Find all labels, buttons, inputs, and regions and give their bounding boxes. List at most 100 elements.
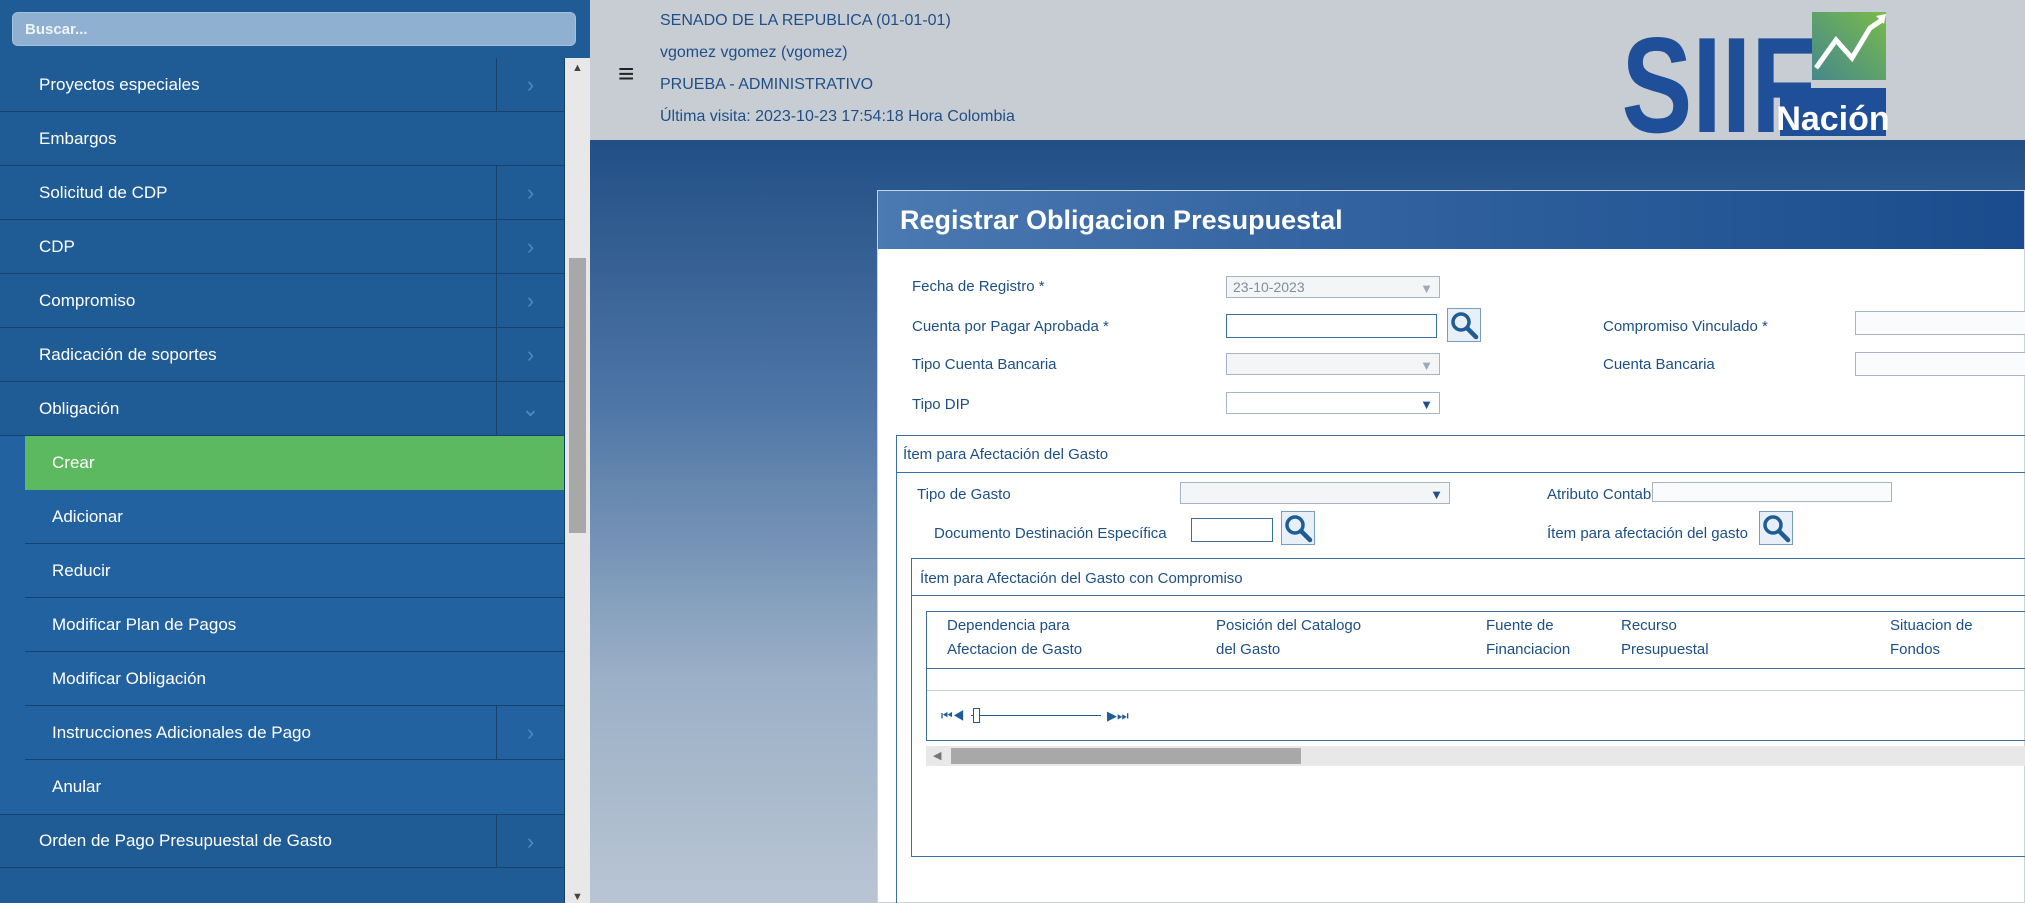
item-afectacion-label: Ítem para afectación del gasto	[1547, 525, 1748, 542]
chevron-right-icon[interactable]: ›	[496, 328, 564, 381]
sidebar-item-orden-pago[interactable]: Orden de Pago Presupuestal de Gasto ›	[0, 814, 564, 868]
doc-destinacion-input[interactable]	[1191, 518, 1273, 542]
sidebar-subitem-adicionar[interactable]: Adicionar	[25, 490, 564, 544]
sidebar-subitem-anular[interactable]: Anular	[25, 760, 564, 814]
sidebar-menu: Proyectos especiales › Embargos Solicitu…	[0, 58, 565, 903]
tipo-cuenta-select[interactable]: ▼	[1226, 353, 1440, 375]
pager-first-prev-icon[interactable]: ⏮◀	[941, 708, 964, 724]
sidebar-item-label: Proyectos especiales	[39, 74, 200, 94]
sidebar-item-solicitud-cdp[interactable]: Solicitud de CDP ›	[0, 166, 564, 220]
cuenta-bancaria-input[interactable]	[1855, 352, 2025, 376]
cuenta-bancaria-label: Cuenta Bancaria	[1603, 356, 1715, 373]
sidebar-item-label: Embargos	[39, 128, 117, 148]
header: ≡ SENADO DE LA REPUBLICA (01-01-01) vgom…	[590, 0, 2025, 161]
sidebar-item-cdp[interactable]: CDP ›	[0, 220, 564, 274]
sidebar-subitem-reducir[interactable]: Reducir	[25, 544, 564, 598]
chevron-right-icon[interactable]: ›	[496, 58, 564, 111]
fecha-registro-label: Fecha de Registro *	[912, 278, 1045, 295]
page-title: Registrar Obligacion Presupuestal	[878, 191, 2024, 249]
entity-name: SENADO DE LA REPUBLICA (01-01-01)	[660, 12, 951, 29]
column-header: Fuente de Financiacion	[1486, 617, 1571, 658]
table-scrollbar[interactable]: ◀	[926, 746, 2025, 766]
tipo-dip-select[interactable]: ▼	[1226, 392, 1440, 414]
chevron-right-icon[interactable]: ›	[496, 220, 564, 273]
siif-nacion-logo: SIIF Nación	[1620, 6, 1890, 161]
chevron-down-icon[interactable]: ⌄	[496, 382, 564, 435]
sidebar-item-label: Modificar Obligación	[52, 668, 207, 688]
sidebar-item-label: Modificar Plan de Pagos	[52, 614, 237, 634]
tipo-cuenta-label: Tipo Cuenta Bancaria	[912, 356, 1057, 373]
sidebar-subitem-instrucciones-pago[interactable]: Instrucciones Adicionales de Pago ›	[25, 706, 564, 760]
chevron-right-icon[interactable]: ›	[496, 166, 564, 219]
sidebar-item-label: Radicación de soportes	[39, 344, 217, 364]
scroll-left-arrow-icon[interactable]: ◀	[933, 749, 941, 762]
chevron-right-icon[interactable]: ›	[496, 815, 564, 868]
items-table: Dependencia para Afectacion de Gasto Posi…	[926, 611, 2025, 741]
column-header: Situacion de Fondos	[1890, 617, 1973, 658]
pager-slider-track[interactable]	[971, 715, 1101, 716]
sidebar-item-embargos[interactable]: Embargos	[0, 112, 564, 166]
search-box	[12, 12, 576, 46]
sidebar-item-label: CDP	[39, 236, 75, 256]
sidebar-item-radicacion-soportes[interactable]: Radicación de soportes ›	[0, 328, 564, 382]
section-title: Ítem para Afectación del Gasto	[903, 446, 1109, 463]
column-header: Recurso Presupuestal	[1621, 617, 1709, 658]
fecha-registro-value: 23-10-2023	[1233, 279, 1305, 295]
search-lens-icon[interactable]	[1759, 511, 1793, 545]
chevron-right-icon[interactable]: ›	[496, 274, 564, 327]
sidebar-item-label: Compromiso	[39, 290, 136, 310]
environment-label: PRUEBA - ADMINISTRATIVO	[660, 76, 874, 93]
compromiso-input[interactable]	[1855, 311, 2025, 335]
scroll-down-arrow-icon[interactable]: ▼	[565, 891, 590, 903]
chevron-right-icon[interactable]: ›	[496, 706, 564, 759]
scroll-up-arrow-icon[interactable]: ▲	[565, 62, 590, 74]
sidebar-item-label: Solicitud de CDP	[39, 182, 168, 202]
column-header: Posición del Catalogo del Gasto	[1216, 617, 1362, 658]
cuenta-pagar-label: Cuenta por Pagar Aprobada *	[912, 318, 1109, 335]
tipo-gasto-label: Tipo de Gasto	[917, 486, 1011, 503]
sidebar-item-label: Crear	[52, 452, 95, 472]
column-header: Dependencia para Afectacion de Gasto	[947, 617, 1083, 658]
sidebar: Proyectos especiales › Embargos Solicitu…	[0, 0, 590, 903]
cuenta-pagar-input[interactable]	[1226, 314, 1437, 338]
sidebar-item-label: Adicionar	[52, 506, 123, 526]
pager-slider-thumb[interactable]	[973, 708, 980, 723]
scrollbar-thumb[interactable]	[951, 748, 1301, 764]
sidebar-item-label: Reducir	[52, 560, 111, 580]
sidebar-subitem-modificar-plan-pagos[interactable]: Modificar Plan de Pagos	[25, 598, 564, 652]
sidebar-subitem-modificar-obligacion[interactable]: Modificar Obligación	[25, 652, 564, 706]
search-lens-icon[interactable]	[1281, 511, 1315, 545]
user-name: vgomez vgomez (vgomez)	[660, 44, 848, 61]
sidebar-scrollbar[interactable]: ▲ ▼	[565, 58, 590, 903]
pager-next-last-icon[interactable]: ▶⏭	[1107, 708, 1129, 724]
sidebar-item-obligacion[interactable]: Obligación ⌄	[0, 382, 564, 436]
obligacion-submenu: Crear Adicionar Reducir Modificar Plan d…	[0, 436, 564, 814]
item-afectacion-section: Ítem para Afectación del Gasto Tipo de G…	[896, 435, 2025, 903]
scrollbar-thumb[interactable]	[569, 258, 586, 533]
item-compromiso-section: Ítem para Afectación del Gasto con Compr…	[911, 558, 2025, 857]
sidebar-subitem-crear[interactable]: Crear	[25, 436, 564, 490]
doc-destinacion-label: Documento Destinación Específica	[934, 525, 1167, 542]
sidebar-item-label: Instrucciones Adicionales de Pago	[52, 722, 311, 742]
logo-sub-text: Nación	[1776, 100, 1889, 138]
search-input[interactable]	[13, 13, 575, 45]
fecha-registro-select[interactable]: 23-10-2023 ▼	[1226, 276, 1440, 298]
sidebar-item-proyectos-especiales[interactable]: Proyectos especiales ›	[0, 58, 564, 112]
sidebar-item-label: Obligación	[39, 398, 120, 418]
sidebar-item-compromiso[interactable]: Compromiso ›	[0, 274, 564, 328]
last-visit: Última visita: 2023-10-23 17:54:18 Hora …	[660, 108, 1015, 125]
compromiso-label: Compromiso Vinculado *	[1603, 318, 1768, 335]
atributo-contable-input[interactable]	[1652, 482, 1892, 502]
chevron-down-icon: ▼	[1420, 281, 1433, 296]
tipo-gasto-select[interactable]: ▼	[1180, 482, 1450, 504]
search-lens-icon[interactable]	[1447, 308, 1481, 342]
section-title: Ítem para Afectación del Gasto con Compr…	[920, 570, 1243, 587]
sidebar-item-label: Anular	[52, 777, 102, 796]
hamburger-menu-icon[interactable]: ≡	[618, 58, 634, 90]
tipo-dip-label: Tipo DIP	[912, 396, 970, 413]
register-form-panel: Registrar Obligacion Presupuestal Fecha …	[877, 190, 2025, 903]
atributo-contable-label: Atributo Contable	[1547, 486, 1663, 503]
sidebar-item-label: Orden de Pago Presupuestal de Gasto	[39, 831, 332, 850]
chevron-down-icon: ▼	[1420, 358, 1433, 373]
chevron-down-icon: ▼	[1420, 397, 1433, 412]
